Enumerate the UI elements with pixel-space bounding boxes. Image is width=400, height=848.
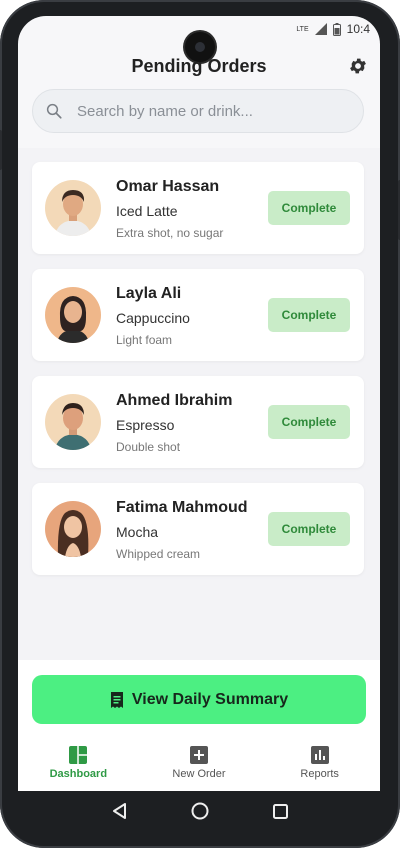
view-daily-summary-button[interactable]: View Daily Summary: [32, 675, 366, 724]
receipt-icon: [110, 691, 123, 708]
search-bar[interactable]: [32, 89, 364, 133]
network-label: LTE: [296, 25, 309, 33]
nav-label: Dashboard: [49, 768, 108, 780]
nav-item-dashboard[interactable]: Dashboard: [18, 742, 139, 791]
avatar: [45, 394, 101, 450]
complete-button[interactable]: Complete: [268, 191, 350, 225]
order-card: Fatima Mahmoud Mocha Whipped cream Compl…: [32, 483, 364, 575]
summary-label: View Daily Summary: [131, 690, 289, 708]
back-icon[interactable]: [112, 803, 128, 819]
battery-icon: [332, 22, 341, 36]
order-note: Double shot: [116, 440, 181, 454]
nav-label: New Order: [172, 768, 226, 780]
gear-icon[interactable]: [348, 56, 368, 76]
order-card: Layla Ali Cappuccino Light foam Complete: [32, 269, 364, 361]
order-note: Extra shot, no sugar: [116, 226, 224, 240]
customer-name: Omar Hassan: [116, 178, 220, 195]
recents-icon[interactable]: [273, 803, 289, 819]
bar-chart-icon: [310, 746, 329, 764]
add-box-icon: [190, 746, 208, 764]
avatar: [45, 180, 101, 236]
order-note: Whipped cream: [116, 547, 201, 561]
drink-name: Mocha: [116, 524, 159, 540]
home-icon[interactable]: [191, 802, 209, 820]
avatar: [45, 501, 101, 557]
search-icon: [46, 103, 62, 119]
complete-button[interactable]: Complete: [268, 512, 350, 546]
order-card: Omar Hassan Iced Latte Extra shot, no su…: [32, 162, 364, 254]
drink-name: Cappuccino: [116, 310, 190, 326]
system-navigation-bar: [0, 791, 400, 831]
drink-name: Iced Latte: [116, 203, 178, 219]
avatar: [45, 287, 101, 343]
nav-item-new-order[interactable]: New Order: [139, 742, 260, 791]
customer-name: Fatima Mahmoud: [116, 499, 248, 516]
bottom-navigation: Dashboard New Order Reports: [18, 742, 380, 791]
complete-button[interactable]: Complete: [268, 298, 350, 332]
page-title: Pending Orders: [131, 56, 267, 76]
app-screen: LTE 10:4 Pending Orders Search by name o…: [18, 16, 380, 791]
order-card: Ahmed Ibrahim Espresso Double shot Compl…: [32, 376, 364, 468]
nav-label: Reports: [300, 768, 339, 780]
customer-name: Ahmed Ibrahim: [116, 392, 233, 409]
order-note: Light foam: [116, 333, 173, 347]
drink-name: Espresso: [116, 417, 175, 433]
signal-icon: [314, 23, 327, 35]
nav-item-reports[interactable]: Reports: [259, 742, 380, 791]
orders-list: Omar Hassan Iced Latte Extra shot, no su…: [18, 148, 380, 660]
customer-name: Layla Ali: [116, 285, 182, 302]
app-header: Pending Orders: [18, 52, 380, 80]
search-input[interactable]: [75, 101, 339, 121]
side-button: [0, 130, 2, 170]
complete-button[interactable]: Complete: [268, 405, 350, 439]
clock: 10:4: [346, 22, 370, 36]
phone-frame: LTE 10:4 Pending Orders Search by name o…: [0, 0, 400, 848]
dashboard-icon: [69, 746, 88, 764]
